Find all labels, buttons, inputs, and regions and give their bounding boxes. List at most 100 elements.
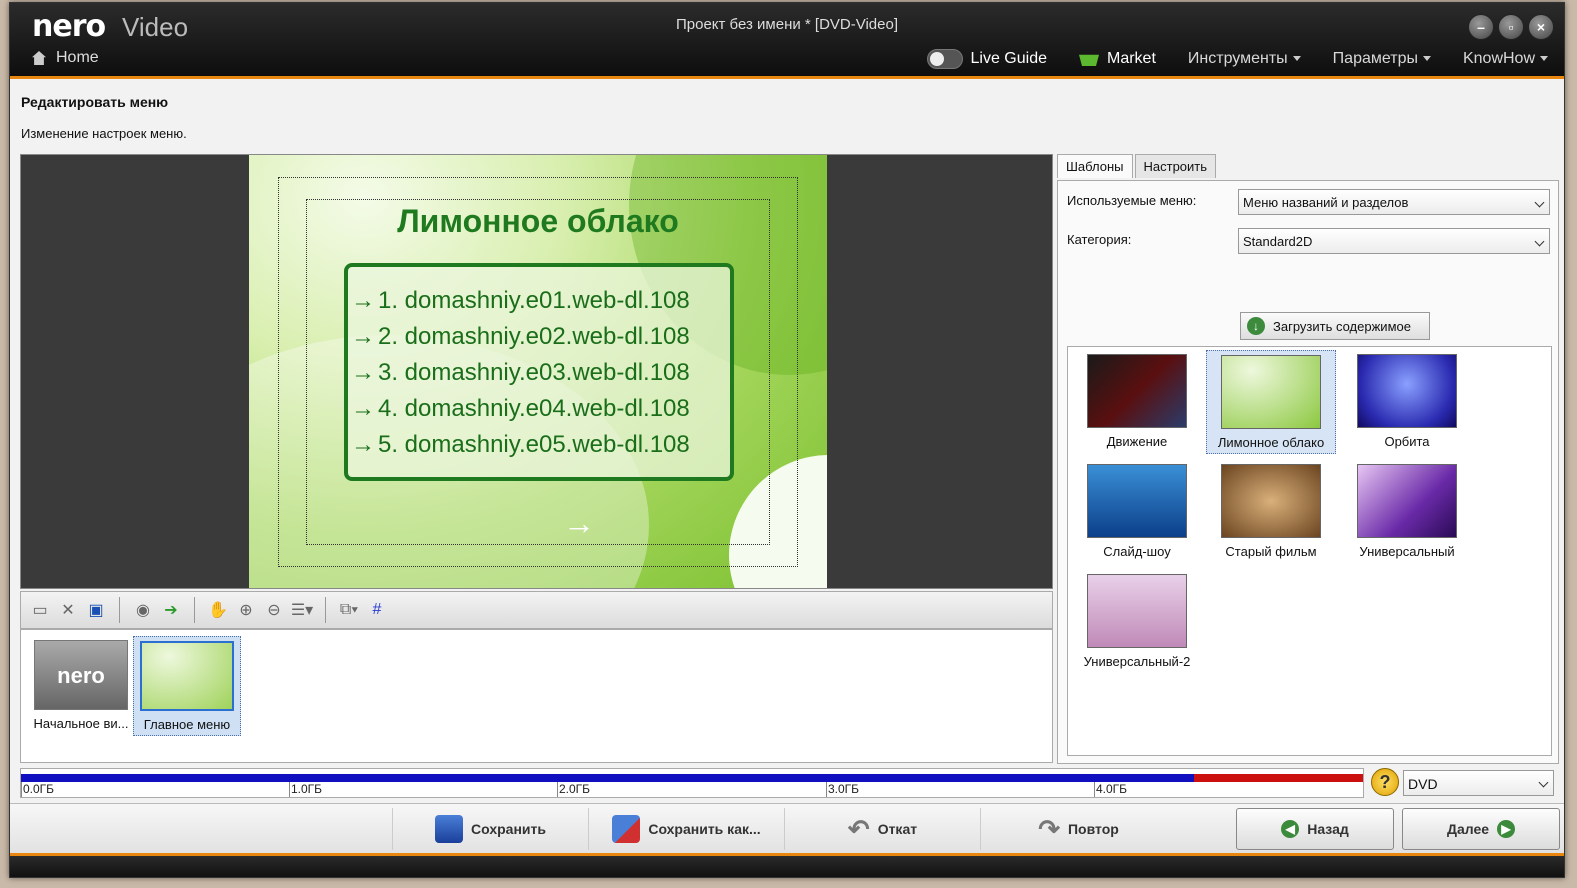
overflow-space-fill — [1194, 774, 1363, 782]
zoom-in-icon[interactable]: ⊕ — [235, 599, 257, 621]
app-window: nero Video Проект без имени * [DVD-Video… — [9, 2, 1565, 878]
save-as-button[interactable]: Сохранить как... — [588, 808, 784, 850]
template-universal-2[interactable]: Универсальный-2 — [1072, 570, 1202, 674]
menu-item[interactable]: → 4. domashniy.e04.web-dl.108 — [348, 391, 730, 427]
arrow-left-icon: ◀ — [1281, 820, 1300, 838]
play-back-icon[interactable]: ◉ — [132, 599, 154, 621]
editor-toolbar: ▭ ✕ ▣ ◉ ➔ ✋ ⊕ ⊖ ☰▾ ⧉▾ # — [20, 591, 1053, 629]
delete-icon[interactable]: ✕ — [57, 599, 79, 621]
live-guide-toggle[interactable]: Live Guide — [926, 49, 1048, 69]
capacity-tick: 2.0ГБ — [557, 782, 591, 797]
caret-down-icon — [1540, 56, 1548, 62]
menu-thumbnail-image — [140, 641, 234, 711]
live-guide-label: Live Guide — [970, 50, 1048, 67]
view-options-icon[interactable]: ☰▾ — [291, 599, 313, 621]
back-button[interactable]: ◀ Назад — [1236, 808, 1394, 850]
minimize-button[interactable]: – — [1468, 14, 1494, 40]
close-button[interactable]: × — [1528, 14, 1554, 40]
nero-thumbnail-image: nero — [34, 640, 128, 710]
disc-type-select[interactable]: DVD — [1403, 770, 1554, 796]
save-button[interactable]: Сохранить — [392, 808, 588, 850]
category-select[interactable]: Standard2D — [1238, 228, 1550, 254]
arrow-right-icon: → — [351, 287, 375, 314]
toggle-switch-icon — [926, 49, 963, 69]
arrow-right-icon: → — [351, 395, 375, 422]
next-button[interactable]: Далее ▶ — [1402, 808, 1560, 850]
capacity-tick: 0.0ГБ — [21, 782, 55, 797]
save-as-icon — [612, 815, 641, 843]
help-icon[interactable]: ? — [1371, 768, 1399, 796]
menu-item[interactable]: → 2. domashniy.e02.web-dl.108 — [348, 319, 730, 355]
maximize-button[interactable]: ▫ — [1498, 14, 1524, 40]
templates-panel: Шаблоны Настроить Используемые меню: Мен… — [1057, 154, 1559, 766]
new-page-icon[interactable]: ▭ — [29, 599, 51, 621]
arrow-right-icon: → — [351, 323, 375, 350]
menu-settings[interactable]: Параметры — [1333, 50, 1431, 68]
home-label: Home — [56, 49, 99, 66]
template-thumbnail — [1221, 464, 1321, 538]
arrange-icon[interactable]: ⧉▾ — [338, 599, 360, 621]
hand-tool-icon[interactable]: ✋ — [207, 599, 229, 621]
arrow-right-icon: ▶ — [1497, 820, 1516, 838]
tab-templates[interactable]: Шаблоны — [1057, 154, 1133, 178]
template-lemon-cloud[interactable]: Лимонное облако — [1206, 350, 1336, 454]
chevron-down-icon — [1534, 197, 1545, 208]
next-page-arrow-icon[interactable]: → — [563, 505, 595, 542]
menu-pages-strip: nero Начальное ви... Главное меню — [20, 629, 1053, 763]
menu-canvas[interactable]: Лимонное облако → 1. domashniy.e01.web-dl… — [249, 155, 827, 588]
download-icon: ↓ — [1247, 317, 1265, 335]
menu-item[interactable]: → 3. domashniy.e03.web-dl.108 — [348, 355, 730, 391]
template-thumbnail — [1357, 464, 1457, 538]
home-link[interactable]: Home — [32, 49, 99, 67]
template-thumbnail — [1221, 355, 1321, 429]
template-old-film[interactable]: Старый фильм — [1206, 460, 1336, 564]
category-label: Категория: — [1067, 232, 1132, 247]
grid-icon[interactable]: # — [366, 599, 388, 621]
capacity-tick: 3.0ГБ — [826, 782, 860, 797]
thumbnail-label: Главное меню — [143, 717, 231, 732]
disc-capacity-bar: 0.0ГБ 1.0ГБ 2.0ГБ 3.0ГБ 4.0ГБ — [20, 768, 1364, 798]
template-orbit[interactable]: Орбита — [1342, 350, 1472, 454]
home-icon — [32, 51, 46, 65]
zoom-out-icon[interactable]: ⊖ — [263, 599, 285, 621]
window-title: Проект без имени * [DVD-Video] — [675, 16, 899, 33]
thumbnail-intro[interactable]: nero Начальное ви... — [27, 636, 135, 736]
template-thumbnail — [1087, 464, 1187, 538]
template-thumbnail — [1087, 354, 1187, 428]
template-thumbnail — [1357, 354, 1457, 428]
caret-down-icon — [1292, 56, 1301, 62]
used-space-fill — [21, 774, 1194, 782]
undo-icon: ↶ — [847, 813, 870, 844]
arrow-right-icon: → — [351, 359, 375, 386]
template-slideshow[interactable]: Слайд-шоу — [1072, 460, 1202, 564]
used-menu-label: Используемые меню: — [1067, 193, 1197, 208]
basket-icon — [1079, 54, 1099, 66]
save-icon[interactable]: ▣ — [85, 599, 107, 621]
menu-tools[interactable]: Инструменты — [1188, 50, 1301, 68]
floppy-disk-icon — [435, 815, 464, 843]
load-content-button[interactable]: ↓ Загрузить содержимое — [1240, 312, 1430, 340]
template-motion[interactable]: Движение — [1072, 350, 1202, 454]
market-label: Market — [1107, 50, 1156, 67]
menu-item[interactable]: → 5. domashniy.e05.web-dl.108 — [348, 427, 730, 463]
menu-item[interactable]: → 1. domashniy.e01.web-dl.108 — [348, 283, 730, 319]
menu-preview: Лимонное облако → 1. domashniy.e01.web-dl… — [20, 154, 1053, 589]
tab-customize[interactable]: Настроить — [1134, 154, 1217, 178]
used-menu-select[interactable]: Меню названий и разделов — [1238, 189, 1550, 215]
thumbnail-main-menu[interactable]: Главное меню — [133, 636, 241, 736]
action-bar: Сохранить Сохранить как... ↶ Откат ↷ Пов… — [10, 803, 1564, 853]
bottom-strip — [10, 853, 1564, 877]
template-universal[interactable]: Универсальный — [1342, 460, 1472, 564]
menu-knowhow[interactable]: KnowHow — [1463, 50, 1548, 68]
market-link[interactable]: Market — [1079, 50, 1156, 68]
arrow-right-icon: → — [351, 431, 375, 458]
menu-title[interactable]: Лимонное облако — [249, 203, 827, 240]
thumbnail-label: Начальное ви... — [33, 716, 129, 731]
undo-button[interactable]: ↶ Откат — [784, 808, 980, 850]
template-thumbnail — [1087, 574, 1187, 648]
capacity-tick: 1.0ГБ — [289, 782, 323, 797]
redo-icon: ↷ — [1038, 813, 1060, 844]
play-forward-icon[interactable]: ➔ — [160, 599, 182, 621]
title-bar: nero Video Проект без имени * [DVD-Video… — [10, 3, 1564, 79]
redo-button[interactable]: ↷ Повтор — [980, 808, 1176, 850]
